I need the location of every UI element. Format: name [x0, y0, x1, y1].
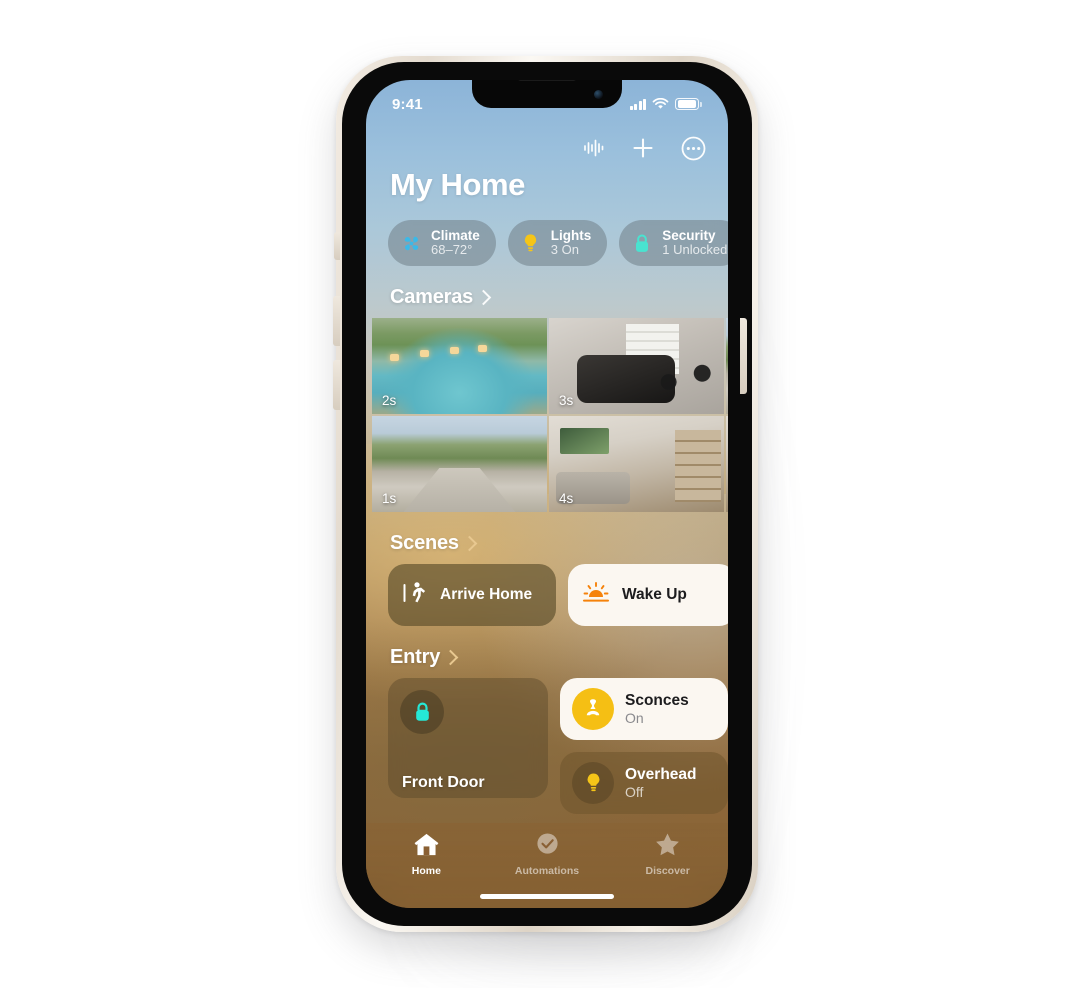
bulb-icon	[572, 762, 614, 805]
plus-icon[interactable]	[631, 136, 655, 160]
scene-tile-arrive-home[interactable]: Arrive Home	[388, 564, 556, 627]
tab-discover[interactable]: Discover	[607, 832, 728, 877]
status-chip-climate[interactable]: Climate 68–72°	[388, 220, 496, 267]
clock-check-icon	[534, 832, 561, 862]
tab-label: Automations	[514, 865, 580, 877]
wifi-icon	[653, 98, 669, 109]
star-icon	[654, 832, 681, 862]
accessory-name: Overhead	[625, 765, 697, 783]
section-header-entry[interactable]: Entry	[366, 626, 728, 678]
fan-icon	[400, 232, 422, 254]
camera-tile[interactable]: 2s	[372, 318, 547, 415]
chevron-right-icon	[475, 289, 492, 305]
camera-column: 3s 4s	[549, 318, 724, 513]
scenes-row[interactable]: Arrive Home Wake Up	[366, 564, 728, 627]
accessory-name: Sconces	[625, 691, 689, 709]
home-scroll-content[interactable]: My Home Climate 68–72° Lights 3 On Secur…	[366, 124, 728, 908]
accessory-column: Sconces On Overhead Off	[560, 678, 728, 815]
camera-tile[interactable]: 3s	[549, 318, 724, 415]
entry-accessories-row[interactable]: Front Door Sconces On Overhead Off	[366, 678, 728, 815]
camera-grid[interactable]: 2s 1s 3s 4s	[366, 318, 728, 513]
accessory-tile-front-door[interactable]: Front Door	[388, 678, 548, 799]
section-header-cameras[interactable]: Cameras	[366, 266, 728, 318]
waveform-icon[interactable]	[583, 138, 605, 158]
sconce-light-icon	[572, 688, 614, 731]
section-header-scenes[interactable]: Scenes	[366, 512, 728, 564]
lock-icon	[631, 232, 653, 254]
status-chip-lights[interactable]: Lights 3 On	[507, 220, 608, 267]
side-power-button[interactable]	[740, 318, 747, 394]
lock-icon	[400, 690, 444, 735]
sunrise-icon	[582, 581, 610, 610]
chip-subtitle: 1 Unlocked	[662, 242, 728, 258]
camera-timestamp: 2s	[382, 393, 397, 409]
scene-label: Wake Up	[622, 586, 687, 604]
tab-automations[interactable]: Automations	[487, 832, 608, 877]
tab-label: Discover	[645, 865, 690, 877]
status-time: 9:41	[392, 95, 423, 113]
accessory-tile-overhead[interactable]: Overhead Off	[560, 752, 728, 815]
front-camera	[594, 90, 603, 99]
display-notch	[472, 80, 622, 108]
chevron-right-icon	[442, 649, 459, 665]
signal-bars-icon	[629, 98, 647, 110]
tab-label: Home	[411, 865, 441, 877]
tab-home[interactable]: Home	[366, 832, 487, 877]
ellipsis-circle-icon[interactable]	[681, 136, 706, 161]
scene-tile-wake-up[interactable]: Wake Up	[568, 564, 728, 627]
section-title: Cameras	[390, 286, 474, 309]
status-chips-row[interactable]: Climate 68–72° Lights 3 On Security 1 Un…	[366, 202, 728, 267]
camera-tile[interactable]: 4s	[549, 416, 724, 513]
silent-switch[interactable]	[334, 232, 340, 260]
camera-timestamp: 4s	[559, 491, 574, 507]
accessory-name: Front Door	[402, 774, 485, 792]
camera-timestamp: 3s	[559, 393, 574, 409]
status-indicators	[629, 98, 702, 110]
status-chip-security[interactable]: Security 1 Unlocked	[619, 220, 728, 267]
iphone-screen: 9:41 My Home Climate 68–72° Lights 3 On …	[366, 80, 728, 908]
accessory-state: Off	[625, 783, 644, 800]
bulb-icon	[520, 232, 542, 254]
camera-tile[interactable]	[726, 318, 728, 415]
chip-subtitle: 3 On	[550, 242, 579, 258]
accessory-state: On	[625, 709, 644, 726]
walking-person-icon	[402, 579, 428, 612]
navigation-actions	[366, 124, 728, 160]
home-indicator[interactable]	[480, 894, 614, 899]
scene-label: Arrive Home	[440, 586, 533, 604]
page-title: My Home	[390, 167, 526, 202]
camera-timestamp: 1s	[382, 491, 397, 507]
chip-title: Climate	[431, 228, 480, 244]
chip-title: Security	[662, 228, 716, 244]
battery-icon	[675, 98, 702, 110]
chevron-right-icon	[461, 535, 478, 551]
earpiece-speaker	[518, 80, 576, 81]
camera-tile[interactable]: 1s	[372, 416, 547, 513]
volume-down-button[interactable]	[333, 360, 340, 410]
section-title: Scenes	[390, 532, 459, 555]
volume-up-button[interactable]	[333, 296, 340, 346]
chip-title: Lights	[550, 228, 592, 244]
camera-tile[interactable]	[726, 416, 728, 513]
house-icon	[413, 832, 440, 862]
chip-subtitle: 68–72°	[431, 242, 473, 258]
camera-column-peek	[726, 318, 728, 513]
section-title: Entry	[390, 646, 441, 669]
accessory-tile-sconces[interactable]: Sconces On	[560, 678, 728, 741]
camera-column: 2s 1s	[372, 318, 547, 513]
